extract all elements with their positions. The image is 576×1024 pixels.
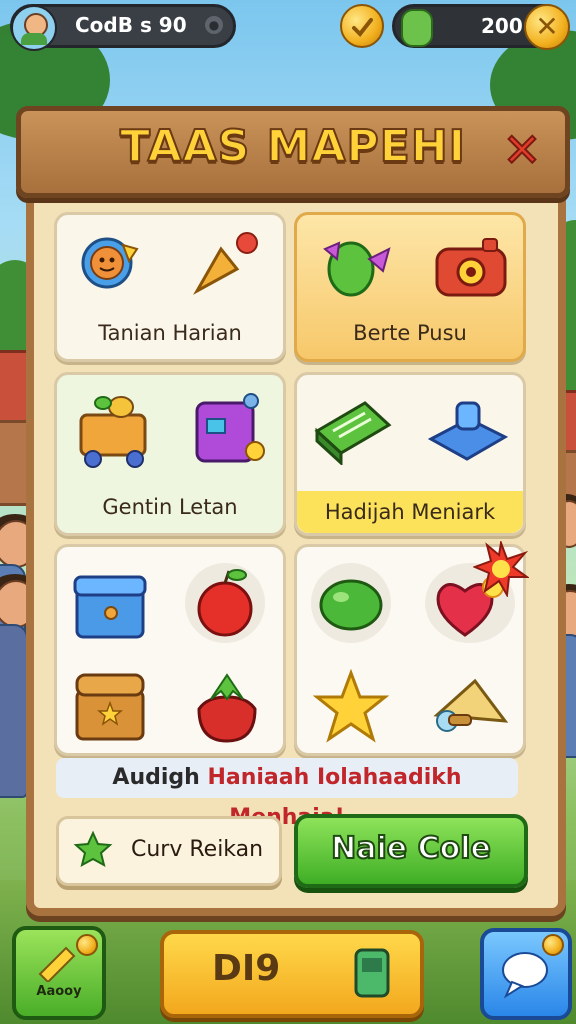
lock-icon: ● (205, 16, 223, 34)
card-tanian-harian[interactable]: Tanian Harian (54, 212, 286, 362)
ticket-box-icon (311, 391, 395, 467)
player-name-pill[interactable]: CodB s 90 ● (10, 4, 236, 51)
banner-text-1: Audigh (112, 765, 208, 790)
strawberry-icon (187, 669, 267, 747)
card-label: Gentin Letan (102, 495, 238, 519)
close-coin-button[interactable]: ✕ (524, 4, 570, 50)
player-name: CodB s 90 (75, 13, 187, 37)
secondary-button[interactable]: Curv Reikan (56, 816, 282, 886)
secondary-button-label: Curv Reikan (131, 837, 264, 862)
promo-banner: Audigh Haniaah Iolahaadikh Menhaia! (56, 758, 518, 830)
dot-coin-icon (76, 934, 98, 956)
card-gentin-letan[interactable]: Gentin Letan (54, 372, 286, 536)
treasure-chest-icon (71, 665, 151, 745)
phone-device-icon (350, 946, 394, 1000)
green-star-icon (73, 829, 113, 869)
currency-value: 200 (481, 14, 523, 38)
card-label: Hadijah Meniark (297, 491, 523, 533)
reward-card-left[interactable] (54, 544, 286, 756)
cone-bag-icon (429, 669, 509, 747)
close-button[interactable]: ✕ (497, 124, 547, 176)
badge-coin-icon[interactable] (340, 4, 384, 48)
avatar[interactable] (11, 5, 57, 51)
window-header: TAAS MAPEHI ✕ (16, 106, 570, 198)
gift-cube-icon (189, 389, 269, 471)
toy-cart-icon (71, 389, 157, 471)
star-icon (312, 668, 390, 743)
burst-badge-icon (472, 539, 531, 599)
apple-icon (185, 563, 265, 643)
card-berte-pusu[interactable]: Berte Pusu (294, 212, 526, 362)
primary-button[interactable]: Naie Cole (294, 814, 528, 888)
bottom-left-button[interactable]: Aaooy (12, 926, 106, 1020)
notification-coin-icon (542, 934, 564, 956)
window-title: TAAS MAPEHI (119, 120, 467, 173)
card-hadijah-meniark[interactable]: Hadijah Meniark (294, 372, 526, 536)
leaf-fish-icon (317, 229, 393, 299)
pencil-icon (34, 938, 82, 984)
card-label: Tanian Harian (98, 321, 242, 345)
chat-bubble-icon (498, 946, 552, 1000)
bottom-center-label: DI9 (212, 948, 281, 989)
lime-icon (311, 563, 391, 643)
blue-chest-icon (71, 563, 151, 643)
bottom-center-button[interactable]: DI9 (160, 930, 424, 1018)
reward-card-right[interactable] (294, 539, 531, 756)
chat-button[interactable] (480, 928, 572, 1020)
corn-icon (401, 9, 433, 47)
smiley-badge-icon (79, 233, 141, 295)
camera-icon (433, 235, 509, 299)
scanner-device-icon (425, 395, 509, 467)
card-label: Berte Pusu (353, 321, 467, 345)
bottom-left-label: Aaooy (36, 984, 82, 999)
bell-icon (187, 231, 267, 301)
